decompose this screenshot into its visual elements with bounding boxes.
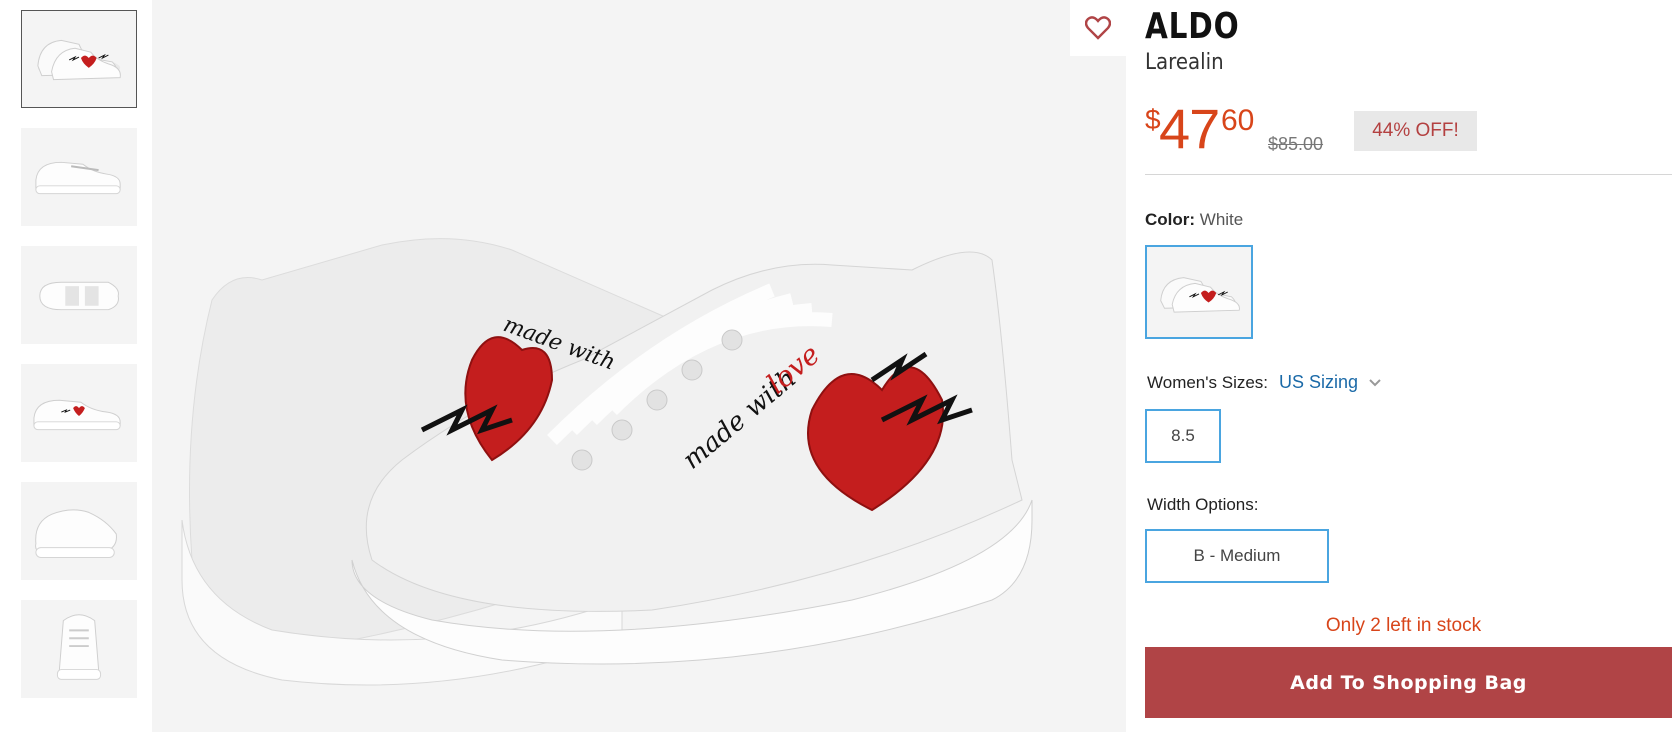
- width-label: Width Options:: [1147, 495, 1259, 514]
- product-name: Larealin: [1145, 50, 1224, 75]
- discount-badge: 44% OFF!: [1354, 111, 1477, 151]
- thumbnail-rail: [21, 10, 137, 718]
- divider: [1145, 174, 1672, 175]
- swatch-shoe-image: [1147, 247, 1251, 337]
- chevron-down-icon: [1369, 378, 1381, 386]
- thumbnail-back-three-quarter[interactable]: [21, 482, 137, 580]
- sneaker-illustration: made with love made with: [152, 0, 1126, 732]
- thumbnail-pair[interactable]: [21, 10, 137, 108]
- thumbnail-side[interactable]: [21, 128, 137, 226]
- favorite-button[interactable]: [1070, 0, 1126, 56]
- heart-outline-icon: [1085, 16, 1111, 40]
- price-dollars: 47: [1159, 97, 1220, 160]
- width-option-button[interactable]: B - Medium: [1145, 529, 1329, 583]
- stock-message: Only 2 left in stock: [1325, 615, 1482, 636]
- thumbnail-sole[interactable]: [21, 246, 137, 344]
- price-row: $ 47 60 $85.00 44% OFF!: [1145, 97, 1672, 160]
- add-to-bag-button[interactable]: Add To Shopping Bag: [1145, 647, 1672, 718]
- color-value: White: [1199, 210, 1244, 229]
- thumbnail-side-heart[interactable]: [21, 364, 137, 462]
- sizing-system-dropdown[interactable]: US Sizing: [1279, 372, 1382, 393]
- size-option-button[interactable]: 8.5: [1145, 409, 1221, 463]
- sizes-label: Women's Sizes:: [1147, 373, 1269, 392]
- color-label-row: Color: White: [1145, 210, 1243, 230]
- color-swatch-white[interactable]: [1145, 245, 1253, 339]
- original-price: $85.00: [1268, 134, 1324, 154]
- thumbnail-front[interactable]: [21, 600, 137, 698]
- main-product-image[interactable]: made with love made with: [152, 0, 1126, 732]
- brand-name[interactable]: ALDO: [1145, 6, 1240, 47]
- color-label: Color:: [1145, 210, 1196, 229]
- price-cents: 60: [1221, 104, 1255, 137]
- sizing-system-value: US Sizing: [1279, 372, 1359, 392]
